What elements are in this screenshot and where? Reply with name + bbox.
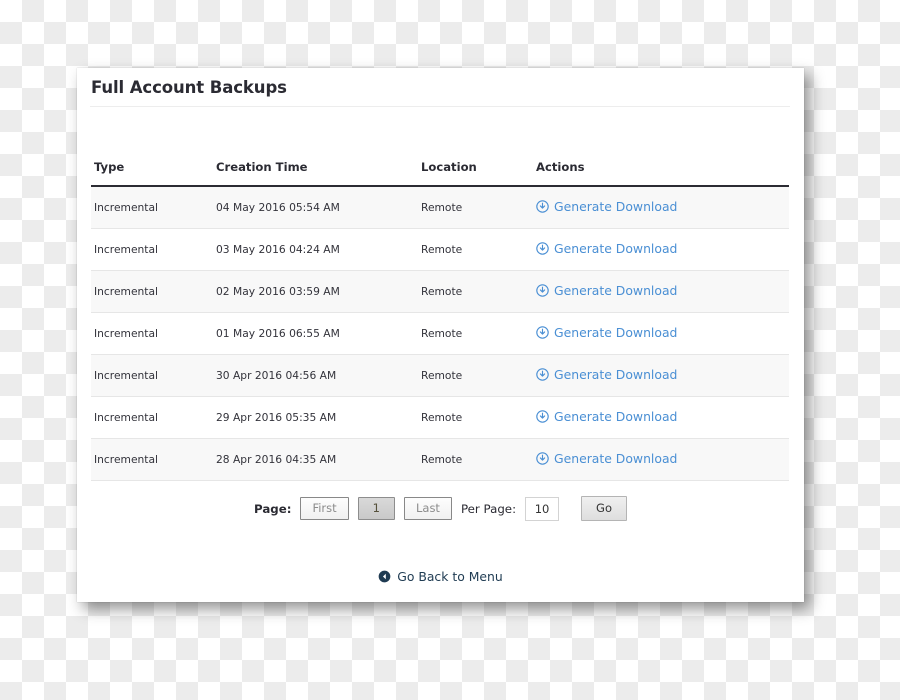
download-circle-icon <box>536 242 549 255</box>
cell-type: Incremental <box>91 228 216 271</box>
cell-creation-time: 03 May 2016 04:24 AM <box>216 228 421 271</box>
generate-download-link[interactable]: Generate Download <box>536 451 677 466</box>
download-circle-icon <box>536 452 549 465</box>
generate-download-link[interactable]: Generate Download <box>536 283 677 298</box>
cell-actions: Generate Download <box>536 228 789 271</box>
download-circle-icon <box>536 284 549 297</box>
cell-type: Incremental <box>91 438 216 481</box>
generate-download-label: Generate Download <box>554 241 678 256</box>
cell-creation-time: 29 Apr 2016 05:35 AM <box>216 396 421 439</box>
go-button[interactable]: Go <box>581 496 627 521</box>
table-row: Incremental 01 May 2016 06:55 AM Remote … <box>91 312 789 355</box>
generate-download-link[interactable]: Generate Download <box>536 367 677 382</box>
cell-actions: Generate Download <box>536 186 789 229</box>
cell-location: Remote <box>421 312 536 355</box>
per-page-input[interactable] <box>525 496 560 521</box>
arrow-left-circle-icon <box>378 570 391 583</box>
cell-type: Incremental <box>91 354 216 397</box>
generate-download-link[interactable]: Generate Download <box>536 241 677 256</box>
cell-type: Incremental <box>91 312 216 355</box>
cell-location: Remote <box>421 186 536 229</box>
go-back-to-menu-link[interactable]: Go Back to Menu <box>378 569 503 584</box>
column-header-actions: Actions <box>536 160 789 187</box>
cell-creation-time: 02 May 2016 03:59 AM <box>216 270 421 313</box>
download-circle-icon <box>536 410 549 423</box>
generate-download-link[interactable]: Generate Download <box>536 199 677 214</box>
generate-download-label: Generate Download <box>554 451 678 466</box>
current-page-button[interactable]: 1 <box>357 497 395 520</box>
page-title: Full Account Backups <box>91 78 287 97</box>
backups-card: Full Account Backups Type Creation Time … <box>77 68 804 602</box>
go-back-to-menu-label: Go Back to Menu <box>397 569 503 584</box>
cell-actions: Generate Download <box>536 312 789 355</box>
generate-download-label: Generate Download <box>554 283 678 298</box>
column-header-creation-time: Creation Time <box>216 160 421 187</box>
generate-download-label: Generate Download <box>554 409 678 424</box>
table-body: Incremental 04 May 2016 05:54 AM Remote … <box>91 186 789 481</box>
cell-location: Remote <box>421 270 536 313</box>
cell-location: Remote <box>421 438 536 481</box>
generate-download-link[interactable]: Generate Download <box>536 325 677 340</box>
cell-type: Incremental <box>91 186 216 229</box>
column-header-type: Type <box>91 160 216 187</box>
page-label: Page: <box>254 501 292 516</box>
last-page-button[interactable]: Last <box>403 497 452 520</box>
per-page-label: Per Page: <box>460 501 517 516</box>
table-row: Incremental 28 Apr 2016 04:35 AM Remote … <box>91 438 789 481</box>
title-divider <box>90 106 790 107</box>
cell-location: Remote <box>421 228 536 271</box>
generate-download-label: Generate Download <box>554 199 678 214</box>
download-circle-icon <box>536 326 549 339</box>
backups-table: Type Creation Time Location Actions Incr… <box>91 160 789 481</box>
footer: Go Back to Menu <box>77 568 804 587</box>
cell-creation-time: 28 Apr 2016 04:35 AM <box>216 438 421 481</box>
table-header-row: Type Creation Time Location Actions <box>91 160 789 187</box>
cell-location: Remote <box>421 354 536 397</box>
cell-creation-time: 04 May 2016 05:54 AM <box>216 186 421 229</box>
cell-type: Incremental <box>91 270 216 313</box>
pagination-bar: Page: First 1 Last Per Page: Go <box>77 496 804 521</box>
generate-download-link[interactable]: Generate Download <box>536 409 677 424</box>
cell-location: Remote <box>421 396 536 439</box>
table-row: Incremental 29 Apr 2016 05:35 AM Remote … <box>91 396 789 439</box>
cell-creation-time: 30 Apr 2016 04:56 AM <box>216 354 421 397</box>
download-circle-icon <box>536 368 549 381</box>
first-page-button[interactable]: First <box>300 497 349 520</box>
cell-creation-time: 01 May 2016 06:55 AM <box>216 312 421 355</box>
cell-actions: Generate Download <box>536 396 789 439</box>
download-circle-icon <box>536 200 549 213</box>
generate-download-label: Generate Download <box>554 367 678 382</box>
table-row: Incremental 03 May 2016 04:24 AM Remote … <box>91 228 789 271</box>
cell-actions: Generate Download <box>536 354 789 397</box>
cell-type: Incremental <box>91 396 216 439</box>
table-row: Incremental 02 May 2016 03:59 AM Remote … <box>91 270 789 313</box>
column-header-location: Location <box>421 160 536 187</box>
generate-download-label: Generate Download <box>554 325 678 340</box>
table-row: Incremental 04 May 2016 05:54 AM Remote … <box>91 186 789 229</box>
cell-actions: Generate Download <box>536 270 789 313</box>
table-row: Incremental 30 Apr 2016 04:56 AM Remote … <box>91 354 789 397</box>
cell-actions: Generate Download <box>536 438 789 481</box>
